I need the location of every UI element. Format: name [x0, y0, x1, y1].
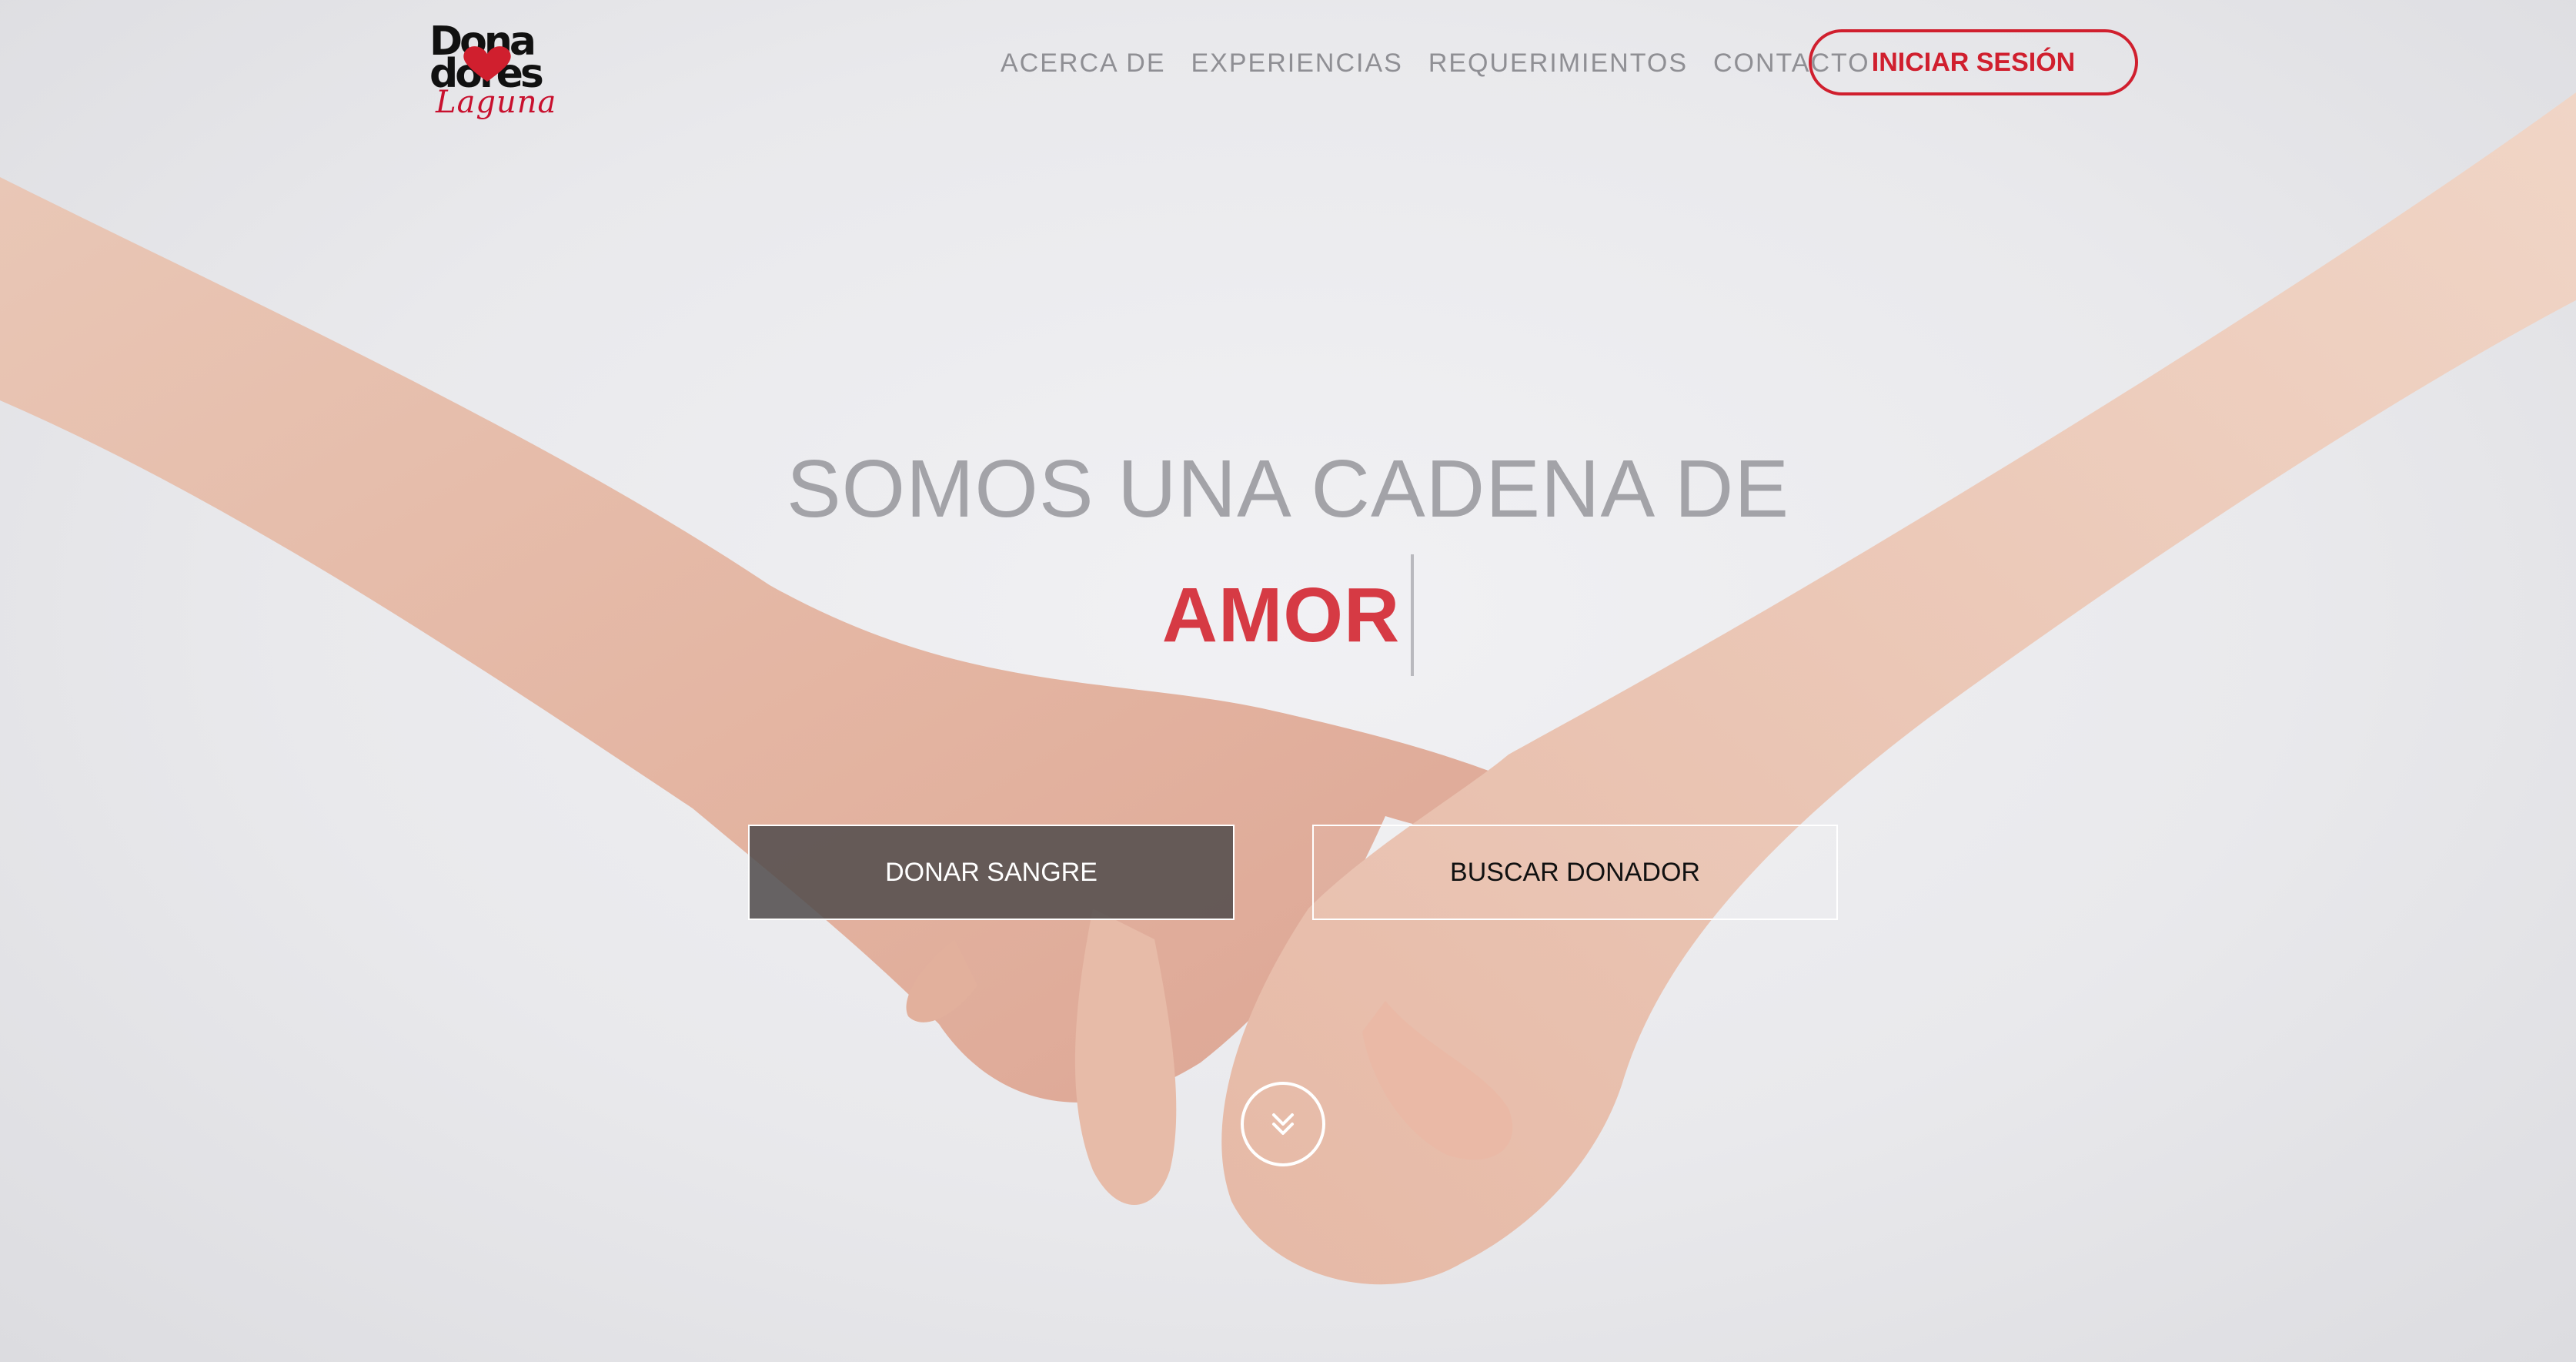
double-chevron-down-icon [1272, 1113, 1294, 1135]
typing-caret [1411, 554, 1415, 676]
donate-blood-button[interactable]: DONAR SANGRE [748, 825, 1235, 920]
find-donor-button[interactable]: BUSCAR DONADOR [1312, 825, 1838, 920]
site-logo[interactable]: Dona dores Laguna [429, 22, 576, 120]
logo-subtitle: Laguna [436, 85, 557, 120]
login-button[interactable]: INICIAR SESIÓN [1809, 29, 2138, 95]
nav-acerca-de[interactable]: ACERCA DE [1001, 49, 1166, 79]
hero-headline-line1: SOMOS UNA CADENA DE [786, 443, 1790, 534]
main-navigation: ACERCA DE EXPERIENCIAS REQUERIMIENTOS CO… [1001, 40, 1896, 86]
nav-experiencias[interactable]: EXPERIENCIAS [1191, 49, 1403, 79]
heart-icon [463, 46, 511, 82]
hero-headline-line2: AMOR [1161, 571, 1401, 658]
scroll-down-button[interactable] [1241, 1082, 1325, 1166]
hero-headline-line2-wrap: AMOR [0, 554, 2576, 676]
nav-requerimientos[interactable]: REQUERIMIENTOS [1428, 49, 1688, 79]
